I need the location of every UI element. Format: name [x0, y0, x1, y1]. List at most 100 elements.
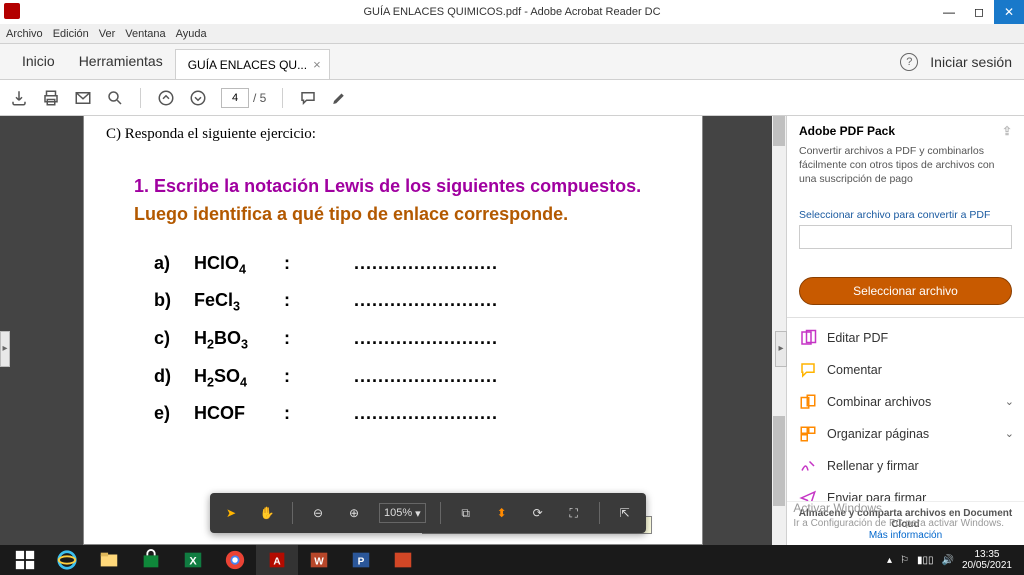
taskbar-clock[interactable]: 13:35 20/05/2021 [962, 549, 1012, 571]
search-icon[interactable] [106, 89, 124, 107]
taskbar-publisher-icon[interactable]: P [340, 545, 382, 575]
item-colon: : [284, 290, 304, 311]
menu-ventana[interactable]: Ventana [125, 28, 165, 40]
start-button[interactable] [4, 545, 46, 575]
combine-icon [799, 393, 817, 411]
edit-icon [799, 329, 817, 347]
side-panel-toggle[interactable]: ▸ [775, 331, 787, 367]
window-controls: — ◻ ✕ [934, 0, 1024, 24]
rotate-icon[interactable]: ⟳ [527, 502, 549, 524]
toolbar-separator [282, 88, 283, 108]
item-label: c) [154, 328, 194, 349]
menu-ayuda[interactable]: Ayuda [176, 28, 207, 40]
tray-network-icon[interactable]: ▮▯▯ [917, 555, 934, 566]
item-colon: : [284, 328, 304, 349]
fit-width-icon[interactable]: ⬍ [491, 502, 513, 524]
save-icon[interactable] [10, 89, 28, 107]
section-heading: C) Responda el siguiente ejercicio: [106, 126, 680, 143]
item-label: e) [154, 403, 194, 424]
toolbar-separator [140, 88, 141, 108]
menu-ver[interactable]: Ver [99, 28, 116, 40]
page-number-input[interactable] [221, 88, 249, 108]
page-up-icon[interactable] [157, 89, 175, 107]
fit-page-icon[interactable]: ⧉ [455, 502, 477, 524]
windows-taskbar: X A W P ▴ ⚐ ▮▯▯ 🔊 13:35 20/05/2021 [0, 545, 1024, 575]
left-panel-toggle[interactable]: ▸ [0, 331, 10, 367]
item-formula: HClO4 [194, 253, 284, 277]
taskbar-store-icon[interactable] [130, 545, 172, 575]
tray-up-icon[interactable]: ▴ [887, 555, 892, 566]
zoom-out-icon[interactable]: ⊖ [307, 502, 329, 524]
read-mode-icon[interactable]: ⇱ [614, 502, 636, 524]
page-down-icon[interactable] [189, 89, 207, 107]
minimize-button[interactable]: — [934, 0, 964, 24]
email-icon[interactable] [74, 89, 92, 107]
system-tray[interactable]: ▴ ⚐ ▮▯▯ 🔊 13:35 20/05/2021 [887, 549, 1020, 571]
page-total: / 5 [253, 91, 266, 105]
item-colon: : [284, 253, 304, 274]
question-part1: Escribe la notación Lewis de los siguien… [154, 176, 641, 196]
taskbar-powerpoint-icon[interactable] [382, 545, 424, 575]
tool-comment[interactable]: Comentar [787, 354, 1024, 386]
question-part2: Luego identifica a qué tipo de enlace co… [134, 204, 568, 224]
taskbar-ie-icon[interactable] [46, 545, 88, 575]
tool-label: Combinar archivos [827, 395, 931, 409]
chevron-down-icon: ⌄ [1005, 427, 1014, 440]
maximize-button[interactable]: ◻ [964, 0, 994, 24]
list-item: a)HClO4:........................ [154, 253, 680, 277]
tray-flag-icon[interactable]: ⚐ [900, 555, 909, 566]
document-viewport[interactable]: ▸ C) Responda el siguiente ejercicio: 1.… [0, 116, 786, 545]
tab-tools[interactable]: Herramientas [67, 43, 175, 79]
scroll-up-button[interactable] [773, 116, 785, 146]
svg-text:X: X [189, 556, 197, 568]
tool-sign[interactable]: Rellenar y firmar [787, 450, 1024, 482]
item-blank: ........................ [354, 328, 498, 349]
select-file-button[interactable]: Seleccionar archivo [799, 277, 1012, 305]
cursor-tool-icon[interactable]: ➤ [220, 502, 242, 524]
zoom-in-icon[interactable]: ⊕ [343, 502, 365, 524]
select-file-label: Seleccionar archivo para convertir a PDF [799, 209, 1012, 221]
list-item: d)H2SO4:........................ [154, 366, 680, 390]
main-area: ▸ C) Responda el siguiente ejercicio: 1.… [0, 116, 1024, 545]
taskbar-excel-icon[interactable]: X [172, 545, 214, 575]
footer-link[interactable]: Más información [869, 530, 942, 541]
app-logo-icon [4, 3, 20, 19]
close-button[interactable]: ✕ [994, 0, 1024, 24]
menu-archivo[interactable]: Archivo [6, 28, 43, 40]
tool-organize[interactable]: Organizar páginas⌄ [787, 418, 1024, 450]
fullscreen-icon[interactable]: ⛶ [563, 502, 585, 524]
tab-bar: Inicio Herramientas GUÍA ENLACES QU... ×… [0, 44, 1024, 80]
floating-toolbar: ➤ ✋ ⊖ ⊕ 105% ▾ ⧉ ⬍ ⟳ ⛶ ⇱ [210, 493, 646, 533]
scroll-thumb[interactable] [773, 416, 785, 506]
tab-close-icon[interactable]: × [313, 50, 321, 80]
title-bar: GUÍA ENLACES QUIMICOS.pdf - Adobe Acroba… [0, 0, 1024, 24]
sign-in-link[interactable]: Iniciar sesión [930, 54, 1012, 70]
share-icon[interactable]: ⇪ [1002, 124, 1012, 138]
hand-tool-icon[interactable]: ✋ [256, 502, 278, 524]
tab-document[interactable]: GUÍA ENLACES QU... × [175, 49, 330, 79]
taskbar-chrome-icon[interactable] [214, 545, 256, 575]
taskbar-explorer-icon[interactable] [88, 545, 130, 575]
taskbar-word-icon[interactable]: W [298, 545, 340, 575]
separator [292, 502, 293, 524]
item-formula: FeCl3 [194, 290, 284, 314]
print-icon[interactable] [42, 89, 60, 107]
item-formula: H2BO3 [194, 328, 284, 352]
tray-volume-icon[interactable]: 🔊 [941, 555, 953, 566]
list-item: b)FeCl3:........................ [154, 290, 680, 314]
taskbar-acrobat-icon[interactable]: A [256, 545, 298, 575]
item-blank: ........................ [354, 366, 498, 387]
file-input-box[interactable] [799, 225, 1012, 249]
help-icon[interactable]: ? [900, 53, 918, 71]
compound-list: a)HClO4:........................ b)FeCl3:… [154, 253, 680, 424]
item-label: b) [154, 290, 194, 311]
tool-combine[interactable]: Combinar archivos⌄ [787, 386, 1024, 418]
pdf-pack-section: Adobe PDF Pack ⇪ Convertir archivos a PD… [787, 116, 1024, 195]
tool-edit[interactable]: Editar PDF [787, 322, 1024, 354]
zoom-level[interactable]: 105% ▾ [379, 503, 426, 523]
menu-edicion[interactable]: Edición [53, 28, 89, 40]
highlight-icon[interactable] [331, 89, 349, 107]
item-formula: HCOF [194, 403, 284, 424]
comment-bubble-icon[interactable] [299, 89, 317, 107]
tab-home[interactable]: Inicio [10, 43, 67, 79]
